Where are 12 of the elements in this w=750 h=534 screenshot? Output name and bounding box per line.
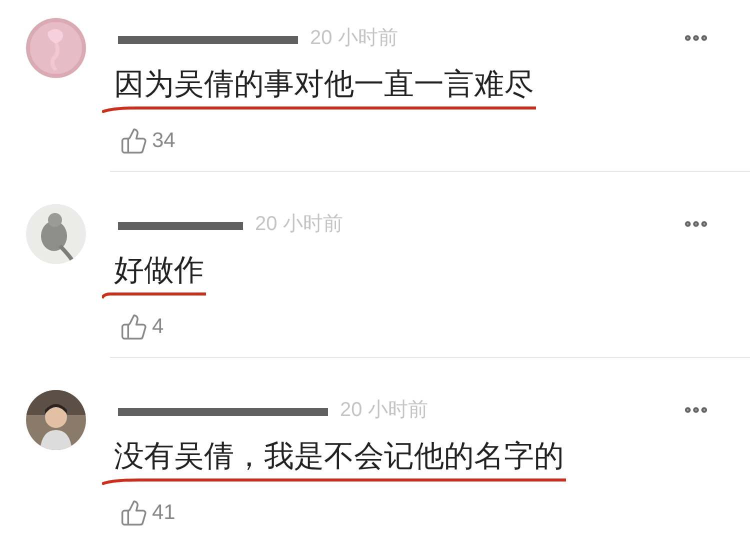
comment-time: 20 小时前 (255, 212, 343, 237)
comment-text: 因为吴倩的事对他一直一言难尽 (114, 67, 534, 103)
like-icon[interactable] (120, 313, 148, 341)
like-icon[interactable] (120, 127, 148, 155)
comment-text: 好做作 (114, 253, 204, 289)
like-count: 34 (152, 128, 176, 154)
comment-time: 20 小时前 (340, 398, 428, 423)
like-icon[interactable] (120, 499, 148, 527)
like-count: 4 (152, 314, 164, 340)
comment-time: 20 小时前 (310, 26, 398, 51)
like-count: 41 (152, 500, 176, 526)
comment-text: 没有吴倩，我是不会记他的名字的 (114, 439, 564, 475)
